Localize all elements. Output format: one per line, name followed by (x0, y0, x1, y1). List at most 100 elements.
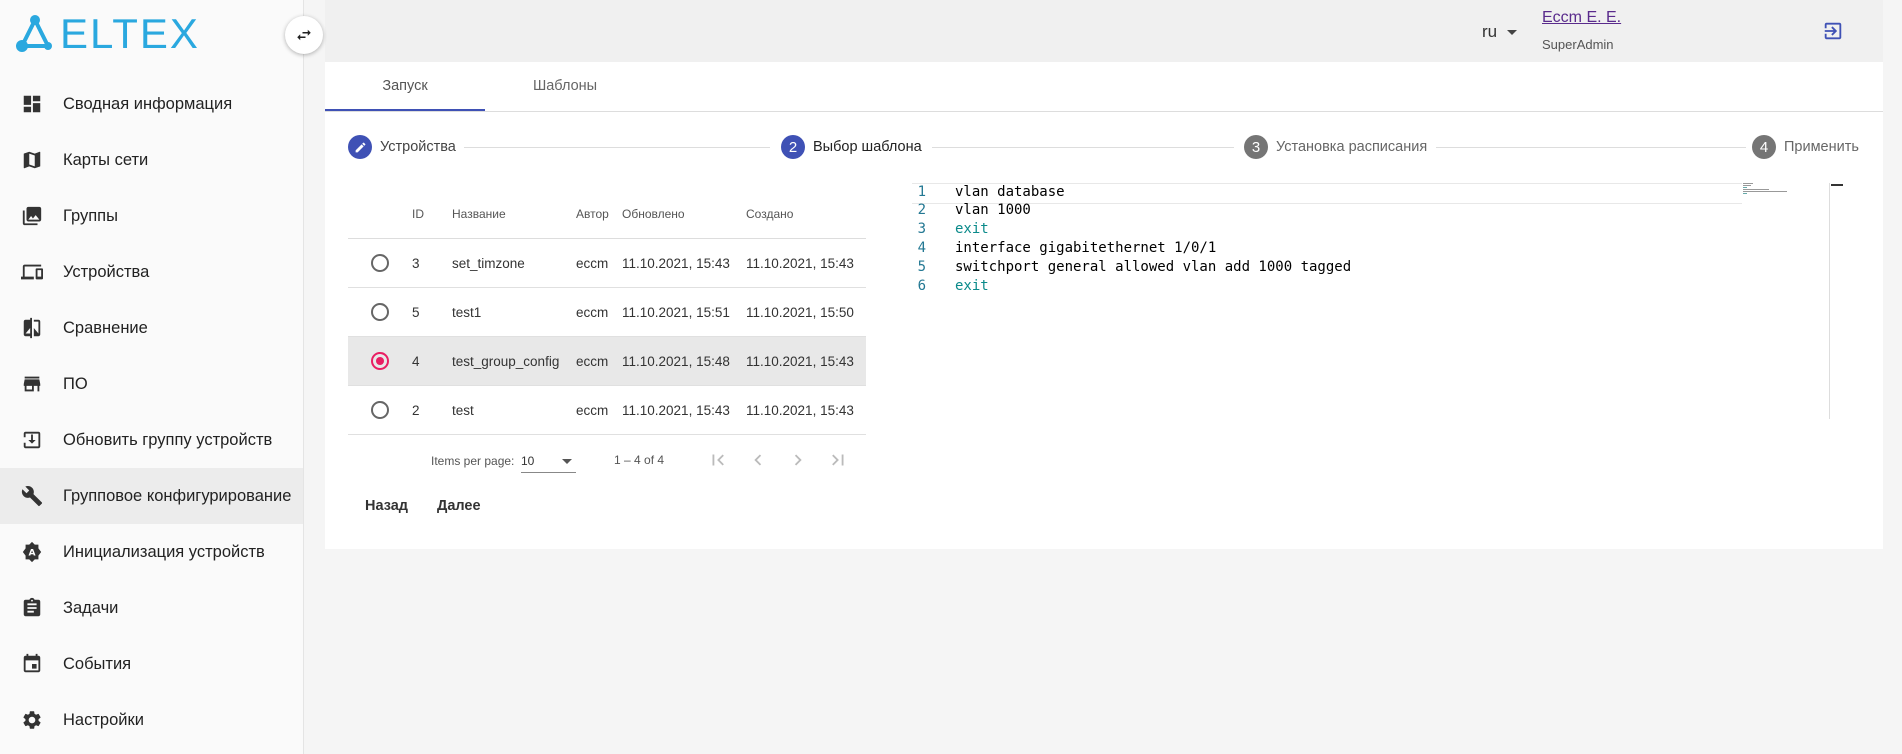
code-text: exit (955, 278, 989, 294)
sidebar-item-label: ПО (63, 374, 88, 393)
user-name-link[interactable]: Eccm E. E. (1542, 9, 1621, 27)
cell-updated: 11.10.2021, 15:43 (622, 255, 730, 271)
table-row[interactable]: 2 test eccm 11.10.2021, 15:43 11.10.2021… (348, 386, 866, 435)
cell-name: test (452, 402, 474, 418)
cell-created: 11.10.2021, 15:43 (746, 353, 854, 369)
code-line: 2 vlan 1000 (912, 202, 1742, 221)
settings-icon (20, 708, 44, 732)
sidebar-item-groups[interactable]: Группы (0, 188, 303, 244)
cell-author: eccm (576, 304, 609, 320)
cell-id: 2 (412, 402, 420, 418)
dashboard-icon (20, 92, 44, 116)
sidebar-item-label: Сравнение (63, 318, 148, 337)
row-radio[interactable] (371, 303, 389, 321)
photo-library-icon (20, 204, 44, 228)
sidebar-item-devices[interactable]: Устройства (0, 244, 303, 300)
previous-page-button[interactable] (746, 448, 770, 472)
column-header-name[interactable]: Название (452, 207, 576, 221)
last-page-button[interactable] (826, 448, 850, 472)
back-button[interactable]: Назад (365, 498, 408, 514)
code-line: 5 switchport general allowed vlan add 10… (912, 259, 1742, 278)
step-label: Выбор шаблона (813, 139, 922, 155)
table-row[interactable]: 3 set_timzone eccm 11.10.2021, 15:43 11.… (348, 239, 866, 288)
cell-updated: 11.10.2021, 15:51 (622, 304, 730, 320)
column-header-created[interactable]: Создано (746, 207, 866, 221)
sidebar-item-device-init[interactable]: A Инициализация устройств (0, 524, 303, 580)
template-code-editor[interactable]: 1 vlan database 2 vlan 1000 3 exit 4 int… (912, 183, 1843, 419)
logout-button[interactable] (1822, 20, 1844, 42)
sidebar-item-group-config[interactable]: Групповое конфигурирование (0, 468, 303, 524)
cell-updated: 11.10.2021, 15:43 (622, 402, 730, 418)
map-icon (20, 148, 44, 172)
cell-name: set_timzone (452, 255, 525, 271)
sidebar-item-label: Групповое конфигурирование (63, 486, 292, 505)
chevron-left-icon (754, 454, 762, 466)
cell-created: 11.10.2021, 15:43 (746, 255, 854, 271)
step-apply[interactable]: 4 Применить (1752, 135, 1859, 159)
templates-table: ID Название Автор Обновлено Создано 3 se… (348, 190, 866, 435)
editor-minimap[interactable] (1739, 183, 1789, 195)
table-row-selected[interactable]: 4 test_group_config eccm 11.10.2021, 15:… (348, 337, 866, 386)
next-page-button[interactable] (786, 448, 810, 472)
chevron-down-icon (1507, 29, 1518, 35)
user-role: SuperAdmin (1542, 37, 1614, 52)
sidebar-item-label: Устройства (63, 262, 150, 281)
sidebar-item-update-group[interactable]: Обновить группу устройств (0, 412, 303, 468)
column-header-id[interactable]: ID (412, 207, 452, 221)
stepper-connector (932, 147, 1234, 148)
row-radio[interactable] (371, 401, 389, 419)
tab-templates[interactable]: Шаблоны (485, 62, 645, 110)
edit-pencil-icon (348, 135, 372, 159)
sidebar-item-software[interactable]: ПО (0, 356, 303, 412)
devices-icon (20, 260, 44, 284)
sidebar-item-label: Карты сети (63, 150, 149, 169)
language-select[interactable]: ru (1482, 22, 1518, 42)
column-header-author[interactable]: Автор (576, 207, 622, 221)
line-number: 3 (917, 221, 926, 237)
step-number: 4 (1752, 135, 1776, 159)
cell-author: eccm (576, 255, 609, 271)
cell-name: test_group_config (452, 353, 560, 369)
sidebar-item-dashboard[interactable]: Сводная информация (0, 76, 303, 132)
editor-overview-ruler (1829, 183, 1830, 419)
cell-id: 3 (412, 255, 420, 271)
code-text: interface gigabitethernet 1/0/1 (955, 240, 1217, 256)
column-header-updated[interactable]: Обновлено (622, 207, 746, 221)
download-icon (20, 428, 44, 452)
line-number: 4 (917, 240, 926, 256)
last-page-icon (832, 454, 844, 466)
language-value: ru (1482, 22, 1498, 41)
step-select-template[interactable]: 2 Выбор шаблона (781, 135, 922, 159)
sidebar-item-events[interactable]: События (0, 636, 303, 692)
code-line: 1 vlan database (912, 183, 1742, 204)
eltex-logo: ELTEX (14, 12, 200, 56)
sidebar-item-settings[interactable]: Настройки (0, 692, 303, 748)
sidebar-item-compare[interactable]: Сравнение (0, 300, 303, 356)
next-button[interactable]: Далее (437, 498, 481, 514)
page-size-select[interactable]: 10 (521, 450, 576, 473)
cell-id: 4 (412, 353, 420, 369)
table-row[interactable]: 5 test1 eccm 11.10.2021, 15:51 11.10.202… (348, 288, 866, 337)
sidebar-item-tasks[interactable]: Задачи (0, 580, 303, 636)
cell-id: 5 (412, 304, 420, 320)
sidebar-item-network-maps[interactable]: Карты сети (0, 132, 303, 188)
svg-text:A: A (28, 548, 36, 559)
wrench-icon (20, 484, 44, 508)
store-icon (20, 372, 44, 396)
row-radio-checked[interactable] (371, 352, 389, 370)
cell-created: 11.10.2021, 15:50 (746, 304, 854, 320)
page-range: 1 – 4 of 4 (614, 453, 665, 467)
row-radio[interactable] (371, 254, 389, 272)
sidebar-toggle-button[interactable] (285, 16, 323, 54)
step-devices[interactable]: Устройства (348, 135, 456, 159)
step-schedule[interactable]: 3 Установка расписания (1244, 135, 1427, 159)
eltex-logo-mark-icon (16, 15, 52, 52)
step-label: Применить (1784, 139, 1859, 155)
first-page-button[interactable] (706, 448, 730, 472)
code-line: 3 exit (912, 221, 1742, 240)
line-number: 2 (917, 202, 926, 218)
cell-created: 11.10.2021, 15:43 (746, 402, 854, 418)
compare-icon (20, 316, 44, 340)
code-text: switchport general allowed vlan add 1000… (955, 259, 1352, 275)
tab-launch[interactable]: Запуск (325, 62, 485, 111)
